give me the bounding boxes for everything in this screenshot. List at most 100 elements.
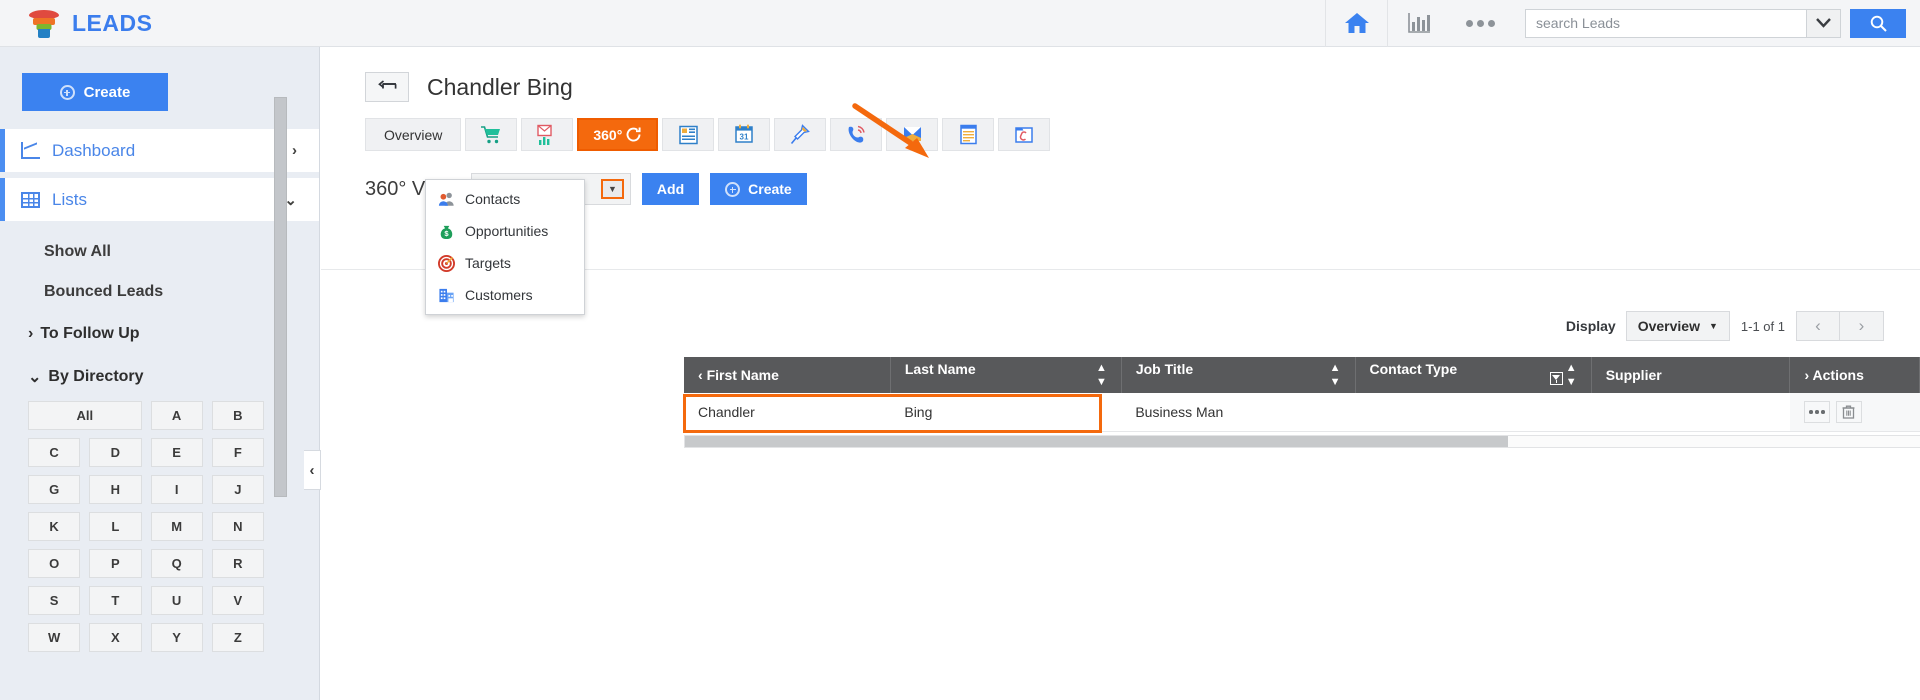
news-article-icon: [679, 125, 698, 144]
row-more-button[interactable]: [1803, 400, 1830, 423]
sidebar-group-to-follow-up-label: To Follow Up: [40, 325, 140, 342]
tab-attachments[interactable]: [998, 118, 1051, 151]
directory-letter-c[interactable]: C: [28, 438, 81, 467]
menu-item-opportunities[interactable]: $ Opportunities: [426, 218, 584, 244]
next-page-button[interactable]: ›: [1840, 311, 1884, 341]
cell-job-title[interactable]: Business Man: [1121, 393, 1355, 432]
column-header-contact-type[interactable]: Contact Type ▲ ▼: [1355, 357, 1592, 393]
svg-text:31: 31: [740, 133, 749, 142]
directory-letter-x[interactable]: X: [89, 623, 142, 652]
search-input[interactable]: search Leads: [1525, 8, 1807, 38]
directory-letter-s[interactable]: S: [28, 586, 81, 615]
tab-calendar[interactable]: 31: [718, 118, 771, 151]
create-record-button[interactable]: Create: [710, 173, 807, 205]
directory-letter-i[interactable]: I: [150, 475, 203, 504]
table-horizontal-scrollbar[interactable]: [684, 435, 1920, 448]
directory-letter-all[interactable]: All: [28, 401, 142, 430]
search-scope-dropdown[interactable]: [1807, 8, 1841, 38]
directory-letter-j[interactable]: J: [211, 475, 264, 504]
sidebar: Create Dashboard › Lists ⌄ Show All Boun…: [0, 47, 320, 700]
chevron-right-icon: ›: [28, 325, 34, 342]
directory-letter-b[interactable]: B: [211, 401, 264, 430]
add-button[interactable]: Add: [641, 173, 700, 205]
directory-letter-h[interactable]: H: [89, 475, 142, 504]
column-header-job-title-label: Job Title: [1135, 361, 1194, 377]
create-button[interactable]: Create: [22, 73, 168, 111]
column-header-actions[interactable]: › Actions: [1789, 357, 1920, 393]
directory-letter-v[interactable]: V: [211, 586, 264, 615]
tab-overview[interactable]: Overview: [365, 118, 462, 151]
directory-letter-n[interactable]: N: [211, 512, 264, 541]
view-toolbar: 360° View Contacts ▼ Add Create: [365, 173, 1920, 205]
tab-phone[interactable]: [830, 118, 883, 151]
caret-down-icon[interactable]: ▼: [600, 179, 624, 199]
menu-item-opportunities-label: Opportunities: [465, 223, 549, 239]
brand-logo[interactable]: LEADS: [28, 8, 152, 38]
tab-360-view[interactable]: 360°: [577, 118, 659, 151]
directory-letter-k[interactable]: K: [28, 512, 81, 541]
chevron-right-icon: ›: [292, 142, 297, 159]
tab-notes[interactable]: [942, 118, 995, 151]
directory-letter-g[interactable]: G: [28, 475, 81, 504]
sort-icon[interactable]: ▲ ▼: [1330, 361, 1341, 389]
home-icon[interactable]: [1325, 0, 1387, 47]
directory-letter-f[interactable]: F: [211, 438, 264, 467]
row-delete-button[interactable]: [1835, 400, 1862, 423]
tab-pin[interactable]: [774, 118, 827, 151]
display-mode-dropdown[interactable]: Overview ▼: [1625, 311, 1730, 341]
directory-letter-u[interactable]: U: [150, 586, 203, 615]
column-header-last-name[interactable]: Last Name ▲ ▼: [890, 357, 1122, 393]
sidebar-item-dashboard[interactable]: Dashboard ›: [0, 129, 319, 172]
entity-dropdown-menu: Contacts $ Opportunities Targets Custome…: [425, 179, 585, 315]
sidebar-scrollbar[interactable]: [274, 97, 287, 497]
filter-funnel-icon[interactable]: [1549, 372, 1563, 385]
bar-chart-icon[interactable]: [1387, 0, 1449, 47]
sort-icon[interactable]: ▲ ▼: [1096, 361, 1107, 389]
create-record-button-label: Create: [748, 181, 792, 197]
column-header-job-title[interactable]: Job Title ▲ ▼: [1121, 357, 1356, 393]
display-toolbar: Display Overview ▼ 1-1 of 1 ‹ ›: [1566, 311, 1884, 341]
menu-item-contacts[interactable]: Contacts: [426, 186, 584, 212]
tab-shopping-cart[interactable]: [465, 118, 518, 151]
directory-letter-r[interactable]: R: [211, 549, 264, 578]
directory-letter-a[interactable]: A: [150, 401, 203, 430]
cell-first-name[interactable]: Chandler: [684, 393, 891, 432]
column-header-first-name-label: First Name: [706, 367, 779, 383]
directory-letter-w[interactable]: W: [28, 623, 81, 652]
back-button[interactable]: [365, 72, 409, 102]
directory-letter-o[interactable]: O: [28, 549, 81, 578]
chevron-down-icon: ⌄: [28, 369, 42, 386]
more-dots-icon[interactable]: [1449, 0, 1511, 47]
directory-letter-d[interactable]: D: [89, 438, 142, 467]
directory-letter-grid: All A B C D E F G H I J K L M N O P Q R S T U V W X Y Z: [28, 401, 264, 652]
record-tab-bar: Overview 360° 31: [365, 118, 1920, 151]
caret-down-icon: ▼: [1708, 320, 1718, 331]
directory-letter-q[interactable]: Q: [150, 549, 203, 578]
cell-contact-type[interactable]: [1355, 393, 1592, 432]
tab-email-stats[interactable]: [521, 118, 574, 151]
sidebar-item-lists[interactable]: Lists ⌄: [0, 178, 319, 221]
circle-plus-icon: [725, 181, 741, 197]
sort-icon[interactable]: ▲ ▼: [1566, 361, 1577, 389]
tab-news[interactable]: [662, 118, 715, 151]
search-button[interactable]: [1850, 8, 1906, 38]
menu-item-customers[interactable]: Customers: [426, 282, 584, 308]
sidebar-collapse-button[interactable]: ‹: [304, 450, 321, 490]
directory-letter-y[interactable]: Y: [150, 623, 203, 652]
menu-item-targets[interactable]: Targets: [426, 250, 584, 276]
directory-letter-m[interactable]: M: [150, 512, 203, 541]
tab-email[interactable]: [886, 118, 939, 151]
cell-supplier[interactable]: [1591, 393, 1790, 432]
directory-letter-e[interactable]: E: [150, 438, 203, 467]
column-header-supplier[interactable]: Supplier: [1591, 357, 1791, 393]
directory-letter-p[interactable]: P: [89, 549, 142, 578]
directory-letter-l[interactable]: L: [89, 512, 142, 541]
directory-letter-t[interactable]: T: [89, 586, 142, 615]
prev-page-button[interactable]: ‹: [1796, 311, 1840, 341]
cell-last-name[interactable]: Bing: [890, 393, 1122, 432]
directory-letter-z[interactable]: Z: [211, 623, 264, 652]
column-header-first-name[interactable]: ‹ First Name: [684, 357, 891, 393]
bullseye-icon: [438, 254, 455, 272]
table-row[interactable]: Chandler Bing Business Man: [684, 393, 1920, 432]
envelope-icon: [903, 127, 921, 141]
